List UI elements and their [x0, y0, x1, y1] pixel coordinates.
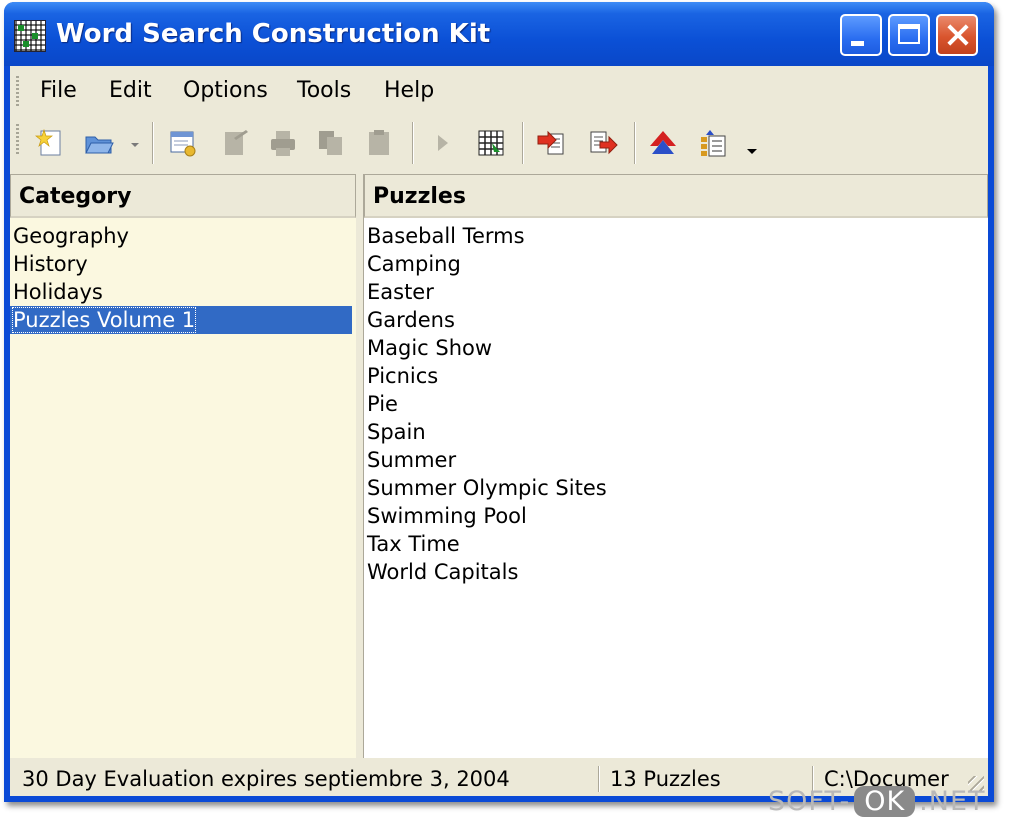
list-item[interactable]: Magic Show	[364, 334, 988, 362]
category-column-header[interactable]: Category	[10, 174, 356, 218]
toolbar-separator	[522, 122, 524, 164]
import-icon[interactable]	[536, 128, 566, 158]
export-icon[interactable]	[588, 128, 618, 158]
close-button[interactable]	[936, 14, 978, 56]
open-dropdown-icon[interactable]	[128, 128, 142, 158]
category-list: Geography History Holidays Puzzles Volum…	[10, 222, 356, 334]
menu-edit[interactable]: Edit	[109, 78, 152, 103]
menu-file[interactable]: File	[40, 78, 77, 103]
title-bar[interactable]: Word Search Construction Kit	[4, 2, 994, 66]
menu-bar: File Edit Options Tools Help	[10, 66, 988, 114]
list-item[interactable]: Holidays	[10, 278, 356, 306]
properties-icon[interactable]	[168, 128, 198, 158]
print-icon	[271, 131, 295, 156]
list-item[interactable]: Summer	[364, 446, 988, 474]
list-item[interactable]: Pie	[364, 390, 988, 418]
puzzles-panel: Puzzles Baseball Terms Camping Easter Ga…	[364, 174, 988, 758]
panel-splitter[interactable]	[356, 174, 364, 758]
toolbar	[10, 116, 988, 170]
copy-icon	[319, 131, 342, 155]
list-item[interactable]: World Capitals	[364, 558, 988, 586]
window-title: Word Search Construction Kit	[56, 19, 491, 49]
menu-help[interactable]: Help	[384, 78, 434, 103]
list-item[interactable]: Geography	[10, 222, 356, 250]
selected-list-item[interactable]: Puzzles Volume 1	[10, 306, 352, 334]
paste-icon	[369, 130, 389, 155]
list-item[interactable]: History	[10, 250, 356, 278]
list-item[interactable]: Easter	[364, 278, 988, 306]
app-window: Word Search Construction Kit File Edit O…	[4, 2, 994, 802]
watermark-middle: OK	[854, 786, 916, 817]
edit-icon	[225, 130, 248, 155]
list-item[interactable]: Baseball Terms	[364, 222, 988, 250]
grid-icon[interactable]	[476, 128, 506, 158]
toolbar-separator	[634, 122, 636, 164]
watermark-left: SOFT-	[768, 786, 851, 817]
status-evaluation: 30 Day Evaluation expires septiembre 3, …	[22, 767, 510, 791]
list-item[interactable]: Picnics	[364, 362, 988, 390]
category-panel: Category Geography History Holidays Puzz…	[10, 174, 356, 758]
move-up-icon[interactable]	[648, 128, 678, 158]
more-dropdown-icon[interactable]	[744, 128, 760, 158]
maximize-icon	[898, 24, 920, 44]
menu-options[interactable]: Options	[183, 78, 268, 103]
status-separator	[598, 766, 600, 792]
puzzles-list: Baseball Terms Camping Easter Gardens Ma…	[364, 222, 988, 586]
watermark: SOFT- OK .NET	[768, 786, 986, 826]
list-icon[interactable]	[698, 128, 728, 158]
minimize-icon	[851, 41, 864, 46]
client-area: File Edit Options Tools Help Category Ge…	[10, 66, 988, 796]
puzzles-column-header[interactable]: Puzzles	[364, 174, 988, 218]
list-item[interactable]: Summer Olympic Sites	[364, 474, 988, 502]
toolbar-separator	[412, 122, 414, 164]
list-item[interactable]: Camping	[364, 250, 988, 278]
open-icon[interactable]	[84, 128, 114, 158]
list-item[interactable]: Tax Time	[364, 530, 988, 558]
menu-grip[interactable]	[16, 76, 19, 106]
toolbar-grip[interactable]	[16, 124, 19, 154]
list-item[interactable]: Gardens	[364, 306, 988, 334]
minimize-button[interactable]	[840, 14, 882, 56]
toolbar-separator	[152, 122, 154, 164]
maximize-button[interactable]	[888, 14, 930, 56]
list-item[interactable]: Swimming Pool	[364, 502, 988, 530]
list-item[interactable]: Spain	[364, 418, 988, 446]
app-grid-icon[interactable]	[14, 20, 46, 52]
watermark-right: .NET	[919, 786, 986, 817]
play-icon	[438, 135, 448, 151]
menu-tools[interactable]: Tools	[297, 78, 351, 103]
new-icon[interactable]	[34, 128, 64, 158]
